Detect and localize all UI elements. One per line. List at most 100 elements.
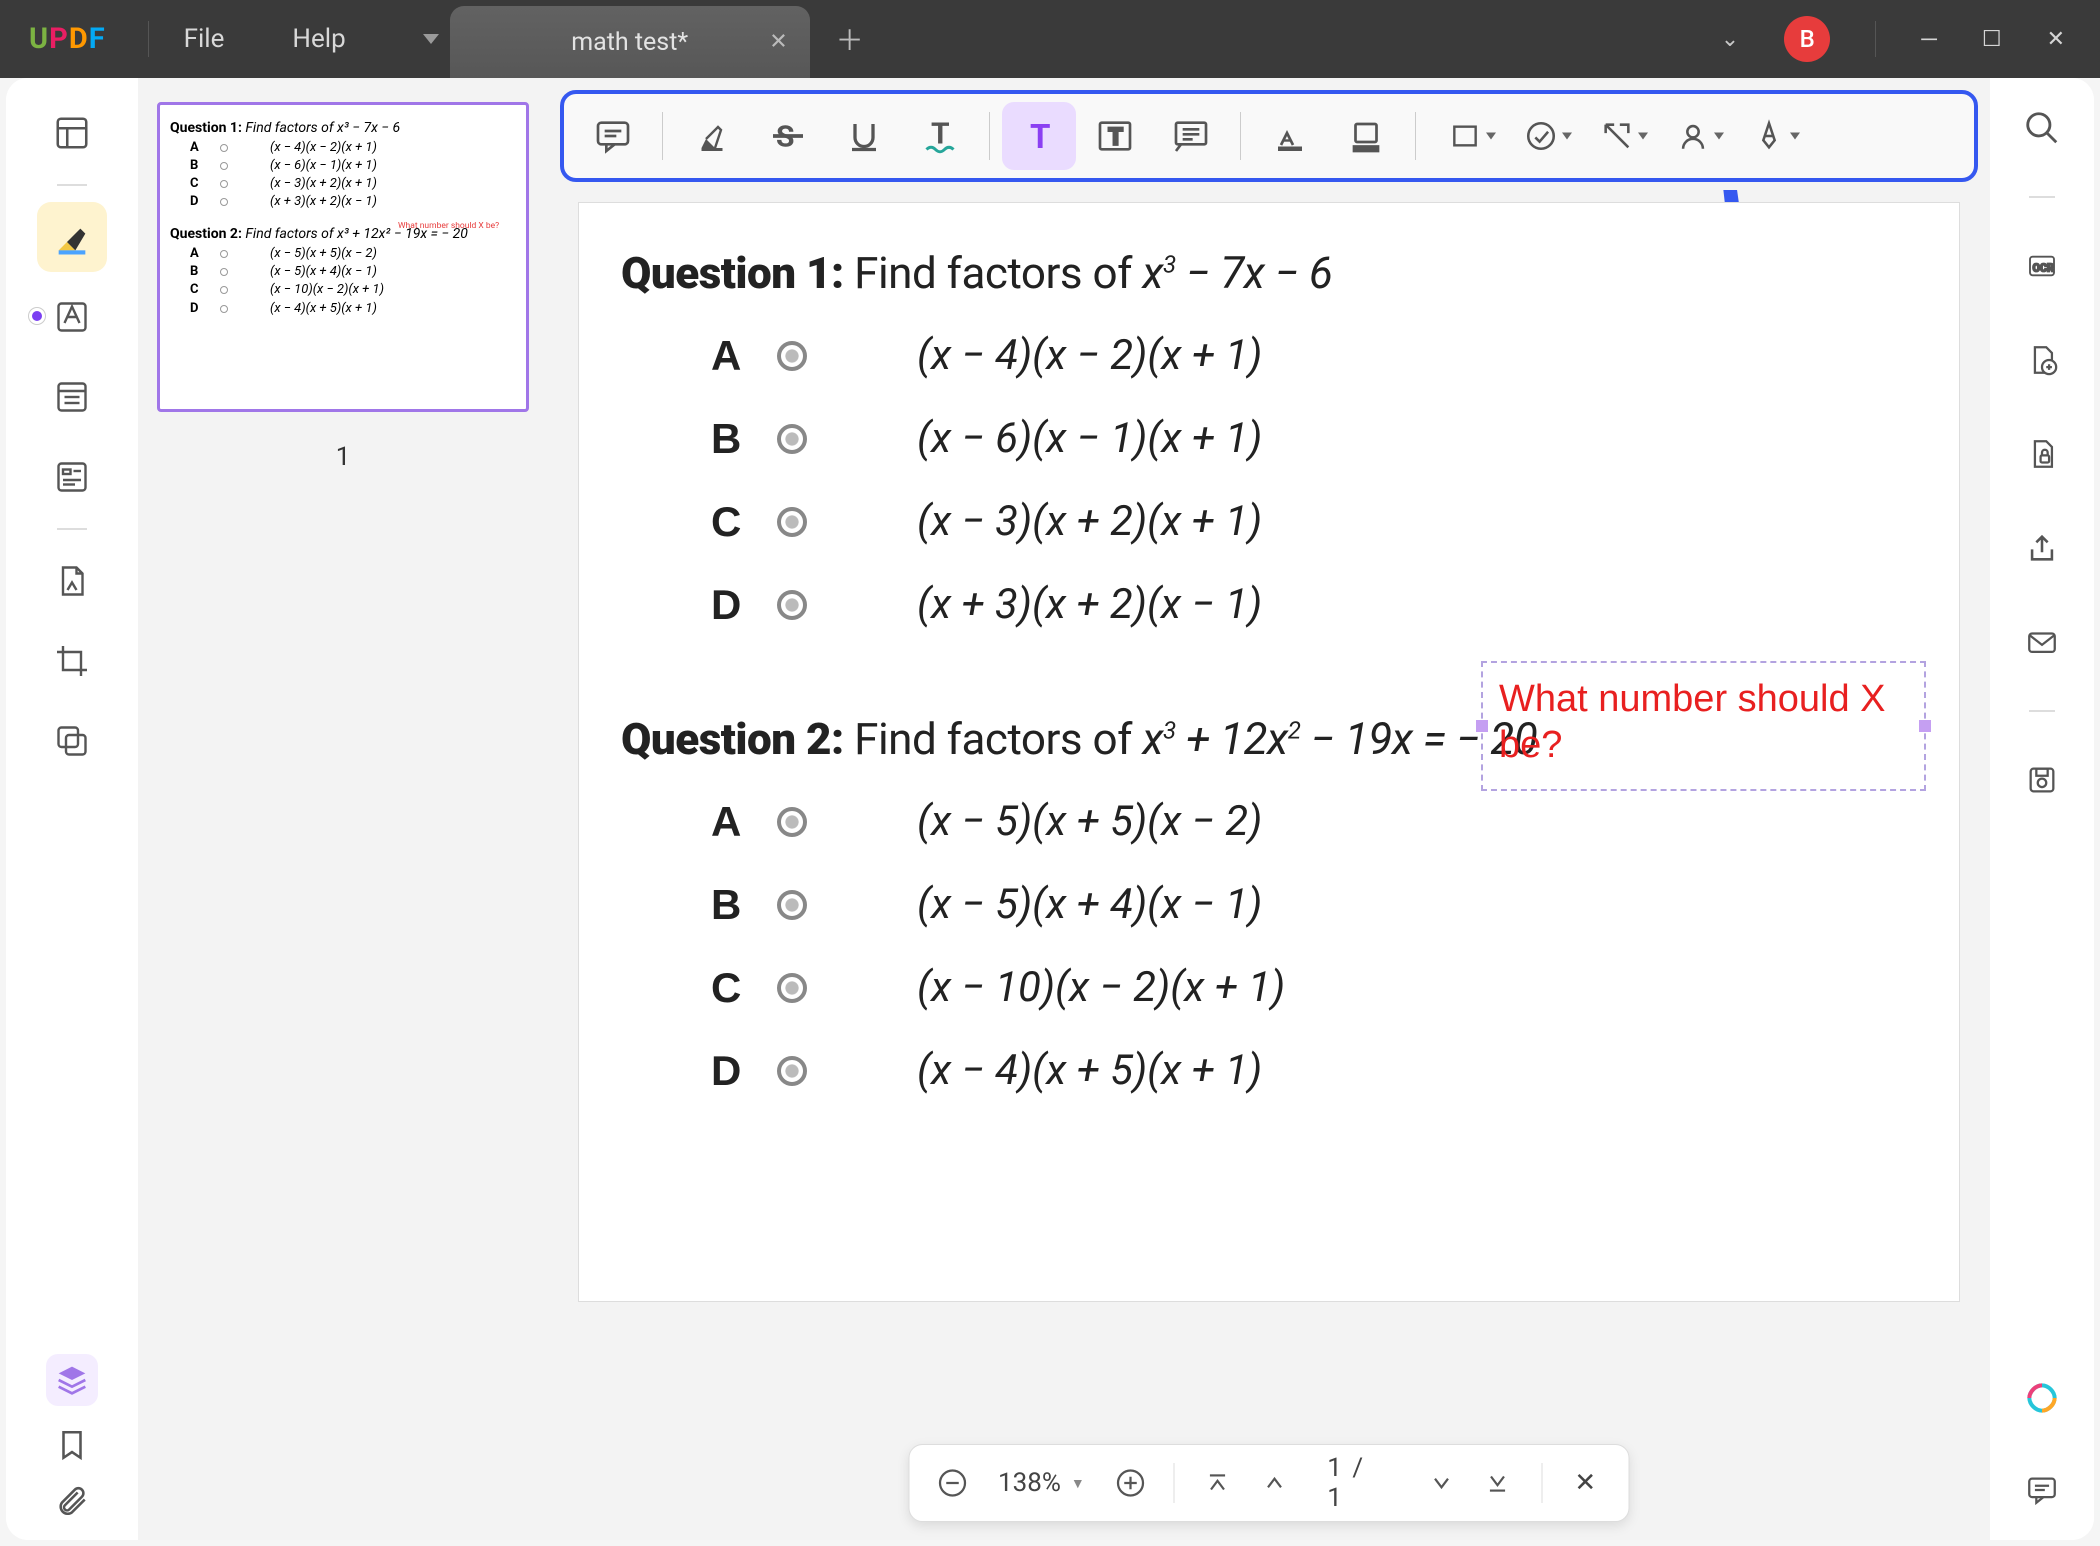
svg-text:T: T [1108, 122, 1122, 150]
app-logo: UPDF [29, 22, 106, 56]
compare-icon[interactable] [37, 706, 107, 776]
crop-icon[interactable] [37, 626, 107, 696]
highlighter-icon[interactable] [37, 202, 107, 272]
option-letter: A [711, 798, 777, 846]
radio-icon[interactable] [777, 341, 807, 371]
user-avatar[interactable]: B [1784, 16, 1830, 62]
document-viewport[interactable]: Question 1: Find factors of x3 − 7x − 6 … [548, 190, 1990, 1540]
zoom-level[interactable]: 138%▼ [988, 1468, 1095, 1498]
thumb-opt-letter: B [190, 263, 208, 281]
option-expr: (x − 6)(x − 1)(x + 1) [917, 414, 1262, 463]
option-expr: (x − 5)(x + 5)(x − 2) [917, 797, 1262, 846]
option-expr: (x + 3)(x + 2)(x − 1) [917, 580, 1262, 629]
textbox-icon[interactable]: T [1078, 102, 1152, 170]
sidebar-icon[interactable] [37, 362, 107, 432]
lock-icon[interactable] [2016, 428, 2068, 480]
layers-icon[interactable] [46, 1354, 98, 1406]
squiggly-icon[interactable]: T [903, 102, 977, 170]
signature-icon[interactable] [1656, 102, 1730, 170]
last-page-button[interactable] [1477, 1461, 1520, 1505]
pencil-icon[interactable] [1732, 102, 1806, 170]
minimize-button[interactable]: ─ [1921, 26, 1937, 52]
new-tab-button[interactable]: ＋ [832, 21, 868, 57]
share-icon[interactable] [2016, 522, 2068, 574]
thumb-annotation: What number should X be? [398, 221, 516, 233]
radio-icon [220, 162, 228, 170]
thumb-opt-letter: D [190, 300, 208, 318]
option-expr: (x − 5)(x + 4)(x − 1) [917, 880, 1262, 929]
option-row: B (x − 5)(x + 4)(x − 1) [711, 880, 1917, 929]
radio-icon [220, 144, 228, 152]
rectangle-icon[interactable] [1428, 102, 1502, 170]
edit-text-icon[interactable] [37, 282, 107, 352]
tab-close-icon[interactable]: ✕ [769, 30, 787, 55]
save-icon[interactable] [2016, 754, 2068, 806]
comment-panel-icon[interactable] [2016, 1464, 2068, 1516]
separator [989, 112, 990, 160]
radio-icon[interactable] [777, 890, 807, 920]
ocr-icon[interactable]: OCR [2016, 240, 2068, 292]
close-nav-button[interactable]: ✕ [1564, 1461, 1607, 1505]
pdf-page: Question 1: Find factors of x3 − 7x − 6 … [578, 202, 1960, 1302]
underline-icon[interactable] [827, 102, 901, 170]
highlight-icon[interactable] [675, 102, 749, 170]
thumb-q1-prompt: Find factors of x³ − 7x − 6 [245, 120, 400, 136]
link-icon[interactable] [1580, 102, 1654, 170]
prev-page-button[interactable] [1253, 1461, 1296, 1505]
radio-icon [220, 286, 228, 294]
option-letter: B [711, 415, 777, 463]
menu-file[interactable]: File [184, 24, 225, 54]
attachment-icon[interactable] [55, 1484, 89, 1518]
next-page-button[interactable] [1420, 1461, 1463, 1505]
separator [2029, 710, 2055, 712]
first-page-button[interactable] [1196, 1461, 1239, 1505]
stamp-icon[interactable] [1504, 102, 1578, 170]
radio-icon[interactable] [777, 590, 807, 620]
option-row: D(x − 4)(x + 5)(x + 1) [711, 1046, 1917, 1095]
zoom-in-button[interactable] [1109, 1461, 1152, 1505]
question-1-options: A(x − 4)(x − 2)(x + 1) B (x − 6)(x − 1)(x… [711, 331, 1917, 629]
text-highlight-icon[interactable] [1253, 102, 1327, 170]
form-icon[interactable] [37, 442, 107, 512]
search-icon[interactable] [2016, 102, 2068, 154]
radio-icon[interactable] [777, 507, 807, 537]
bookmark-icon[interactable] [55, 1428, 89, 1462]
area-highlight-icon[interactable] [1329, 102, 1403, 170]
thumbnails-icon[interactable] [37, 98, 107, 168]
thumb-opt-expr: (x + 3)(x + 2)(x − 1) [270, 193, 377, 211]
menu-help[interactable]: Help [292, 24, 345, 54]
page-indicator[interactable]: 1 / 1 [1309, 1453, 1406, 1513]
comment-icon[interactable] [576, 102, 650, 170]
page-setup-icon[interactable] [2016, 334, 2068, 386]
thumb-opt-letter: D [190, 193, 208, 211]
titlebar: UPDF File Help math test* ✕ ＋ ⌄ B ─ ☐ ✕ [0, 0, 2100, 78]
radio-icon[interactable] [777, 973, 807, 1003]
mail-icon[interactable] [2016, 616, 2068, 668]
zoom-out-button[interactable] [932, 1461, 975, 1505]
strikethrough-icon[interactable]: S [751, 102, 825, 170]
option-letter: B [711, 881, 777, 929]
callout-icon[interactable] [1154, 102, 1228, 170]
close-button[interactable]: ✕ [2047, 27, 2065, 52]
tab-list-dropdown[interactable] [412, 0, 450, 78]
option-row: C(x − 10)(x − 2)(x + 1) [711, 963, 1917, 1012]
text-annotation[interactable]: What number should X be? [1481, 661, 1926, 791]
thumb-opt-expr: (x − 10)(x − 2)(x + 1) [270, 281, 384, 299]
radio-icon[interactable] [777, 1056, 807, 1086]
ai-icon[interactable] [2016, 1372, 2068, 1424]
page-tool-icon[interactable] [37, 546, 107, 616]
separator [2029, 196, 2055, 198]
option-letter: C [711, 498, 777, 546]
typewriter-icon[interactable]: T [1002, 102, 1076, 170]
option-expr: (x − 4)(x − 2)(x + 1) [917, 331, 1262, 380]
svg-text:OCR: OCR [2033, 261, 2054, 274]
chevron-down-icon[interactable]: ▼ [1071, 1475, 1085, 1492]
radio-icon[interactable] [777, 807, 807, 837]
document-tab[interactable]: math test* ✕ [450, 6, 810, 78]
thumb-q1-label: Question 1: [170, 120, 242, 136]
chevron-down-icon[interactable]: ⌄ [1721, 27, 1739, 52]
option-row: A(x − 4)(x − 2)(x + 1) [711, 331, 1917, 380]
radio-icon[interactable] [777, 424, 807, 454]
page-thumbnail[interactable]: Question 1: Find factors of x³ − 7x − 6 … [157, 102, 529, 412]
maximize-button[interactable]: ☐ [1982, 27, 2002, 52]
